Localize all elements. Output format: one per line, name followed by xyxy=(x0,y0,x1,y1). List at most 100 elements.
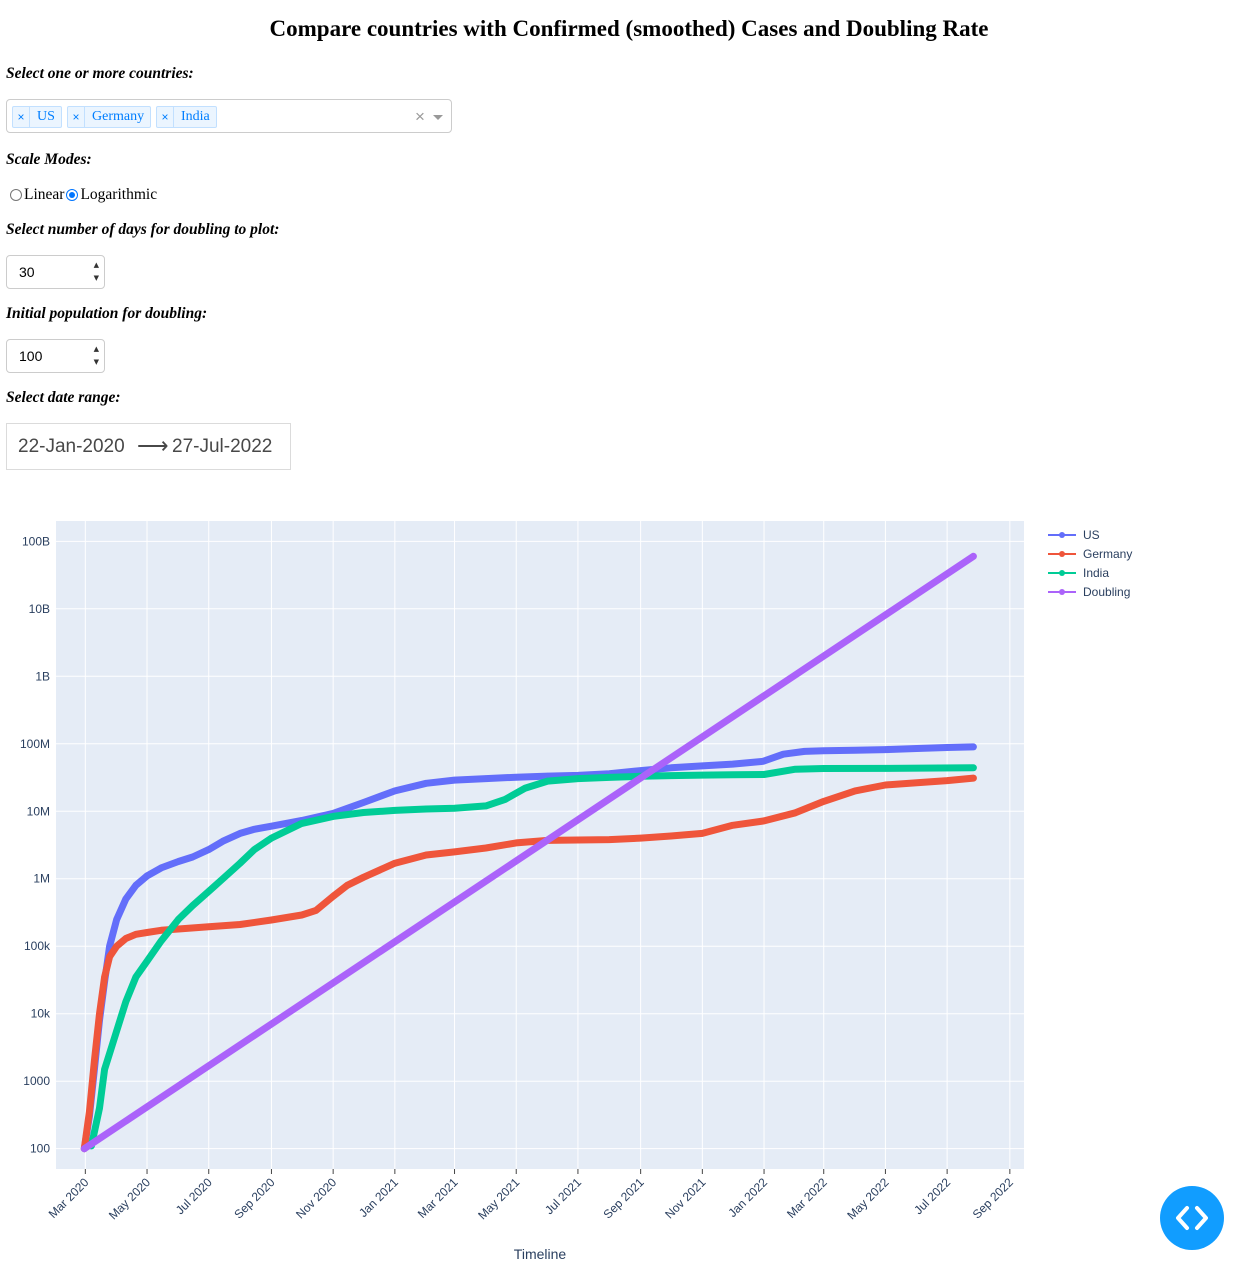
data-point-germany xyxy=(298,911,305,919)
radio-logarithmic-label[interactable]: Logarithmic xyxy=(80,186,157,204)
scale-radio-group[interactable]: Linear Logarithmic xyxy=(10,186,157,204)
legend-item-doubling[interactable]: Doubling xyxy=(1083,585,1130,599)
data-point-germany xyxy=(96,1010,103,1017)
radio-linear-label[interactable]: Linear xyxy=(24,186,64,204)
data-point-india xyxy=(360,809,367,816)
initial-population-value[interactable]: 100 xyxy=(19,348,42,364)
data-point-germany xyxy=(792,809,799,816)
spin-down-icon[interactable]: ▼ xyxy=(94,358,99,366)
y-tick-label: 10k xyxy=(31,1007,51,1021)
start-date[interactable]: 22-Jan-2020 xyxy=(18,436,125,458)
legend-item-india[interactable]: India xyxy=(1083,566,1109,580)
legend[interactable]: US Germany India Doubling xyxy=(1048,528,1132,599)
data-point-us xyxy=(113,916,120,923)
data-point-germany xyxy=(851,787,859,795)
data-point-india xyxy=(219,875,227,882)
initial-population-input[interactable]: 100 ▲ ▼ xyxy=(6,339,105,373)
data-point-us xyxy=(759,758,767,765)
data-point-india xyxy=(143,957,151,965)
spin-up-icon[interactable]: ▲ xyxy=(94,261,99,269)
data-point-us xyxy=(482,775,490,782)
data-point-us xyxy=(268,823,275,830)
caret-down-icon[interactable] xyxy=(433,115,443,120)
x-tick-label: Mar 2022 xyxy=(784,1175,830,1221)
data-point-india xyxy=(760,771,768,778)
end-date[interactable]: 27-Jul-2022 xyxy=(172,436,272,458)
legend-swatch-marker xyxy=(1059,532,1065,538)
data-point-us xyxy=(882,746,889,753)
data-point-germany xyxy=(820,798,827,805)
radio-logarithmic[interactable] xyxy=(66,189,79,201)
arrow-right-icon: ⟶ xyxy=(137,433,169,458)
spin-down-icon[interactable]: ▼ xyxy=(94,274,99,282)
data-point-india xyxy=(391,807,399,814)
data-point-germany xyxy=(106,953,113,960)
legend-item-germany[interactable]: Germany xyxy=(1083,547,1132,561)
doubling-days-input[interactable]: 30 ▲ ▼ xyxy=(6,255,105,289)
remove-us-icon[interactable]: × xyxy=(13,107,30,127)
data-point-india xyxy=(882,765,889,772)
x-axis-ticks: Mar 2020 May 2020 Jul 2020 Sep 2020 Nov 2020… xyxy=(46,1169,1016,1222)
data-point-us xyxy=(801,748,808,755)
y-axis-ticks: 100 1000 10k 100k 1M 10M 100M 1B 10B 100B xyxy=(20,534,51,1155)
x-tick-label: Jan 2022 xyxy=(725,1175,770,1220)
data-point-doubling xyxy=(970,553,977,560)
data-point-india xyxy=(729,771,736,778)
code-brackets-icon xyxy=(1176,1206,1208,1230)
radio-linear[interactable] xyxy=(10,189,22,201)
remove-germany-icon[interactable]: × xyxy=(68,107,85,127)
spin-up-icon[interactable]: ▲ xyxy=(94,345,99,353)
data-point-india xyxy=(792,765,799,773)
data-point-germany xyxy=(760,817,768,825)
doubling-days-value[interactable]: 30 xyxy=(19,264,35,280)
chip-us[interactable]: × US xyxy=(12,106,62,128)
country-multiselect[interactable]: × US × Germany × India × xyxy=(6,99,452,133)
debug-toggle-button[interactable] xyxy=(1160,1186,1224,1250)
data-point-us xyxy=(667,764,675,772)
y-tick-label: 10B xyxy=(29,602,50,616)
data-point-germany xyxy=(236,921,244,928)
clear-icon[interactable]: × xyxy=(415,107,425,127)
initial-population-label: Initial population for doubling: xyxy=(6,305,208,322)
data-point-us xyxy=(423,780,430,787)
data-point-india xyxy=(101,1066,108,1073)
chip-label: India xyxy=(181,109,210,124)
x-axis-title: Timeline xyxy=(514,1246,567,1262)
data-point-india xyxy=(423,805,430,813)
data-point-india xyxy=(236,859,244,867)
data-point-india xyxy=(667,772,675,779)
data-point-india xyxy=(544,777,551,785)
data-point-germany xyxy=(667,832,675,840)
data-point-germany xyxy=(268,916,275,924)
data-point-india xyxy=(205,888,212,895)
data-point-us xyxy=(219,838,227,845)
data-point-india xyxy=(522,784,529,792)
data-point-us xyxy=(122,895,129,903)
data-point-germany xyxy=(132,931,140,938)
data-point-us xyxy=(251,826,258,833)
remove-india-icon[interactable]: × xyxy=(157,107,174,127)
data-point-germany xyxy=(91,1057,98,1065)
data-point-us xyxy=(970,743,977,751)
legend-item-us[interactable]: US xyxy=(1083,528,1100,542)
chip-germany[interactable]: × Germany xyxy=(67,106,152,128)
chip-india[interactable]: × India xyxy=(156,106,217,128)
cases-chart[interactable]: 100 1000 10k 100k 1M 10M 100M 1B 10B 100B Mar 202… xyxy=(0,483,1258,1273)
y-tick-label: 1M xyxy=(33,872,50,886)
chip-label: Germany xyxy=(92,109,145,124)
data-point-germany xyxy=(482,844,490,852)
data-point-us xyxy=(175,858,182,865)
data-point-germany xyxy=(513,839,520,847)
x-tick-label: Jul 2020 xyxy=(173,1175,215,1217)
data-point-us xyxy=(943,744,951,751)
x-tick-label: Jul 2022 xyxy=(911,1175,953,1217)
data-point-us xyxy=(513,773,520,781)
data-point-us xyxy=(780,751,787,758)
x-tick-label: Jan 2021 xyxy=(356,1175,401,1220)
data-point-germany xyxy=(86,1108,93,1116)
data-point-us xyxy=(391,787,399,795)
x-tick-label: May 2022 xyxy=(844,1175,891,1222)
date-range-picker[interactable]: 22-Jan-2020 ⟶ 27-Jul-2022 xyxy=(6,423,291,470)
data-point-doubling xyxy=(81,1145,88,1152)
data-point-germany xyxy=(606,836,613,843)
